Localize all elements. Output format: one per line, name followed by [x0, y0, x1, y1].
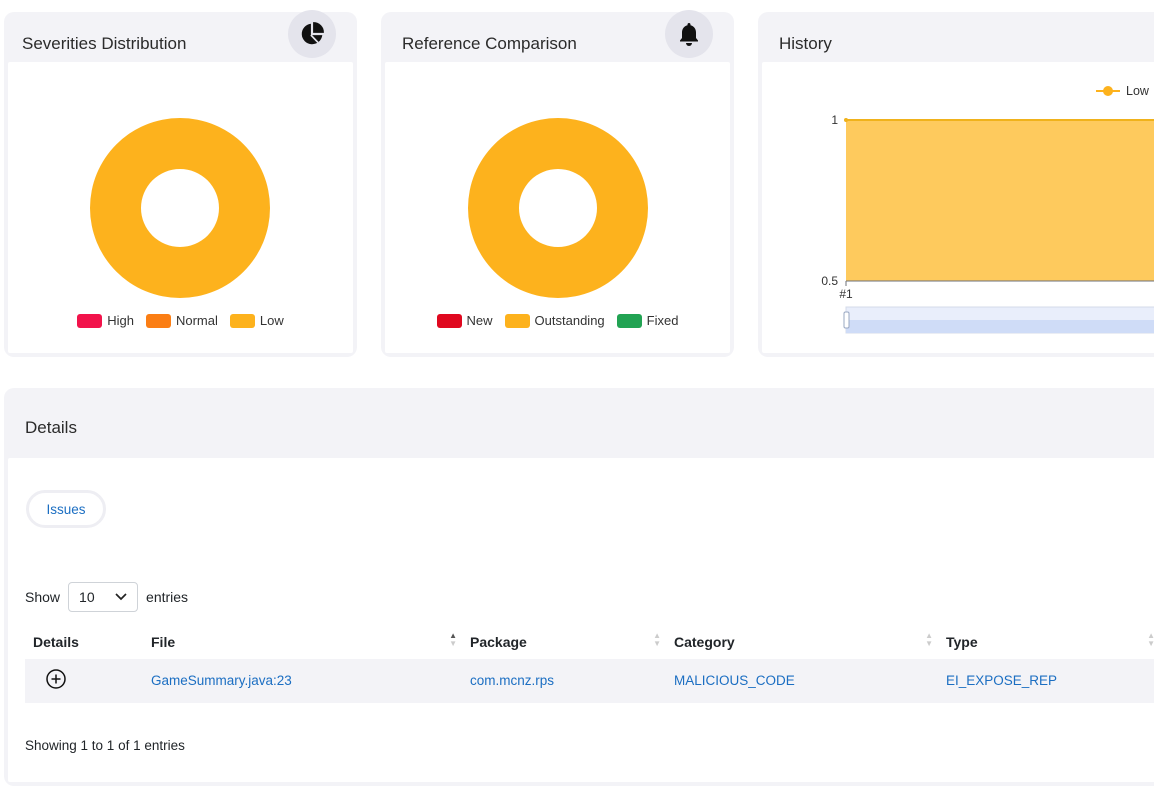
col-header-package[interactable]: Package ▲ ▼ [469, 625, 673, 659]
sort-icon: ▲ ▼ [1147, 631, 1154, 648]
chevron-down-icon [115, 593, 127, 601]
reference-card: Reference Comparison New Outstanding Fix… [381, 10, 734, 357]
history-y-tick-label: 1 [831, 113, 838, 127]
issues-tab-label: Issues [46, 501, 86, 517]
history-legend-label: Low [1126, 84, 1150, 98]
sort-icon: ▲ ▼ [925, 631, 933, 648]
table-info: Showing 1 to 1 of 1 entries [25, 738, 185, 753]
details-header: Details [4, 388, 1154, 458]
issues-tab[interactable]: Issues [26, 490, 106, 528]
legend-label-outstanding: Outstanding [534, 313, 605, 328]
legend-label-normal: Normal [175, 313, 218, 328]
type-link[interactable]: EI_EXPOSE_REP [946, 673, 1057, 688]
table-header-row: Details File ▲ ▼ Package ▲ ▼ Category ▲ ▼ Type… [25, 625, 1154, 659]
details-card: Details Issues Show 10 entries Details F… [4, 388, 1154, 786]
category-cell: MALICIOUS_CODE [673, 659, 945, 703]
category-link[interactable]: MALICIOUS_CODE [674, 673, 795, 688]
severities-header: Severities Distribution [4, 10, 357, 62]
legend-item-fixed[interactable]: Fixed [616, 313, 679, 328]
col-header-details: Details [33, 634, 79, 650]
legend-swatch-low [229, 313, 255, 328]
reference-title: Reference Comparison [402, 34, 577, 53]
details-title: Details [25, 418, 77, 437]
severities-title: Severities Distribution [22, 34, 187, 53]
bell-icon[interactable] [665, 10, 713, 58]
reference-donut [468, 118, 648, 298]
type-cell: EI_EXPOSE_REP [945, 659, 1154, 703]
legend-swatch-fixed [616, 313, 642, 328]
severities-card: Severities Distribution High Normal Low [4, 10, 357, 357]
file-cell: GameSummary.java:23 [150, 659, 469, 703]
legend-item-high[interactable]: High [77, 313, 134, 328]
legend-label-low: Low [259, 313, 284, 328]
pie-chart-icon[interactable] [288, 10, 336, 58]
page-length-control: Show 10 entries [25, 582, 188, 612]
col-header-category[interactable]: Category ▲ ▼ [673, 625, 945, 659]
reference-body: New Outstanding Fixed [385, 62, 730, 353]
sort-icon: ▲ ▼ [653, 631, 661, 648]
severities-body: High Normal Low [8, 62, 353, 353]
page-size-value: 10 [79, 589, 95, 605]
legend-label-new: New [466, 313, 493, 328]
history-title: History [779, 34, 832, 53]
history-legend[interactable]: Low [1096, 84, 1150, 98]
history-zoom-slider[interactable] [843, 306, 1154, 334]
show-label: Show [25, 589, 61, 605]
col-header-file[interactable]: File ▲ ▼ [150, 625, 469, 659]
package-cell: com.mcnz.rps [469, 659, 673, 703]
page-size-select[interactable]: 10 [68, 582, 139, 612]
history-header: History [758, 12, 1154, 62]
legend-label-fixed: Fixed [646, 313, 679, 328]
zoom-fill [846, 320, 1154, 333]
legend-swatch-outstanding [504, 313, 530, 328]
donut-slice-outstanding[interactable] [468, 118, 648, 298]
legend-item-normal[interactable]: Normal [145, 313, 218, 328]
sort-asc-icon: ▲ ▼ [449, 631, 457, 648]
history-y-tick-label: 0.5 [821, 274, 838, 288]
legend-item-outstanding[interactable]: Outstanding [504, 313, 605, 328]
severities-donut [90, 118, 270, 298]
legend-swatch-normal [145, 313, 171, 328]
file-link[interactable]: GameSummary.java:23 [151, 673, 292, 688]
entries-label: entries [146, 589, 189, 605]
table-row: GameSummary.java:23 com.mcnz.rps MALICIO… [25, 659, 1154, 703]
legend-label-high: High [107, 313, 134, 328]
legend-swatch-new [436, 313, 462, 328]
history-card: History Low 1 0.5 #1 [758, 12, 1154, 357]
legend-item-low[interactable]: Low [229, 313, 284, 328]
legend-swatch-high [77, 313, 103, 328]
package-link[interactable]: com.mcnz.rps [470, 673, 554, 688]
history-legend-marker [1103, 86, 1113, 96]
history-x-tick-label: #1 [839, 287, 853, 301]
history-body: Low 1 0.5 #1 [762, 62, 1154, 353]
history-point[interactable] [844, 118, 848, 122]
history-area [846, 120, 1154, 281]
details-body: Issues Show 10 entries Details File ▲ ▼ Pa… [8, 458, 1154, 782]
zoom-handle[interactable] [843, 311, 850, 329]
reference-header: Reference Comparison [381, 10, 734, 62]
issues-table: Details File ▲ ▼ Package ▲ ▼ Category ▲ ▼ Type… [25, 625, 1154, 703]
severities-legend: High Normal Low [8, 313, 353, 328]
col-header-type[interactable]: Type ▲ ▼ [945, 625, 1154, 659]
expand-plus-icon[interactable] [45, 668, 67, 690]
history-chart: Low 1 0.5#1 [821, 84, 1154, 334]
donut-slice-low[interactable] [90, 118, 270, 298]
reference-legend: New Outstanding Fixed [385, 313, 730, 328]
legend-item-new[interactable]: New [436, 313, 493, 328]
row-expand-cell [25, 659, 150, 703]
